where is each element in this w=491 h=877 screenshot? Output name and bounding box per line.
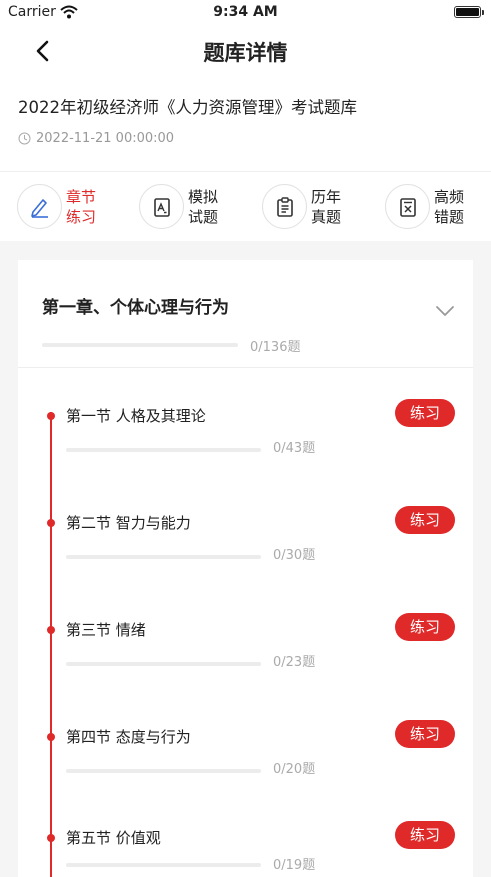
chapter-question-count: 0/136题 bbox=[250, 340, 301, 355]
section-item: 第五节 价值观 练习 0/19题 bbox=[18, 821, 473, 877]
section-title: 第一节 人格及其理论 bbox=[66, 407, 206, 425]
wrong-question-icon bbox=[385, 184, 430, 229]
status-bar: Carrier 9:34 AM bbox=[0, 0, 491, 26]
exam-title: 2022年初级经济师《人力资源管理》考试题库 bbox=[18, 98, 357, 117]
tab-label: 历年真题 bbox=[311, 188, 342, 226]
tab-mock-exam[interactable]: 模拟试题 bbox=[139, 184, 249, 230]
exam-date-row: 2022-11-21 00:00:00 bbox=[18, 131, 174, 146]
section-question-count: 0/20题 bbox=[273, 762, 316, 777]
tab-label: 章节练习 bbox=[66, 188, 97, 226]
timeline-dot bbox=[47, 834, 55, 842]
chapter-card: 第一章、个体心理与行为 0/136题 第一节 人格及其理论 练习 0/43题 第… bbox=[18, 260, 473, 877]
section-progress-bar bbox=[66, 769, 261, 773]
practice-tabs: 章节练习 模拟试题 历年真题 高频错题 bbox=[0, 171, 491, 241]
section-question-count: 0/30题 bbox=[273, 548, 316, 563]
practice-button[interactable]: 练习 bbox=[395, 613, 455, 641]
chapter-header[interactable]: 第一章、个体心理与行为 0/136题 bbox=[18, 260, 473, 368]
section-question-count: 0/23题 bbox=[273, 655, 316, 670]
tab-chapter-practice[interactable]: 章节练习 bbox=[17, 184, 127, 230]
section-item: 第二节 智力与能力 练习 0/30题 bbox=[18, 506, 473, 592]
timeline-dot bbox=[47, 519, 55, 527]
practice-button[interactable]: 练习 bbox=[395, 399, 455, 427]
tab-label: 模拟试题 bbox=[188, 188, 219, 226]
chapter-title: 第一章、个体心理与行为 bbox=[42, 298, 229, 318]
clock-icon bbox=[18, 132, 31, 145]
section-progress-bar bbox=[66, 662, 261, 666]
section-title: 第四节 态度与行为 bbox=[66, 728, 191, 746]
practice-button[interactable]: 练习 bbox=[395, 506, 455, 534]
navigation-bar: 题库详情 bbox=[0, 26, 491, 76]
page-title: 题库详情 bbox=[203, 41, 288, 65]
section-progress-bar bbox=[66, 863, 261, 867]
exam-date: 2022-11-21 00:00:00 bbox=[36, 131, 175, 146]
tab-label: 高频错题 bbox=[434, 188, 465, 226]
section-question-count: 0/19题 bbox=[273, 858, 316, 873]
section-title: 第三节 情绪 bbox=[66, 621, 146, 639]
section-progress-bar bbox=[66, 448, 261, 452]
section-item: 第一节 人格及其理论 练习 0/43题 bbox=[18, 399, 473, 485]
timeline-dot bbox=[47, 412, 55, 420]
clipboard-icon bbox=[262, 184, 307, 229]
section-item: 第三节 情绪 练习 0/23题 bbox=[18, 613, 473, 699]
exam-info: 2022年初级经济师《人力资源管理》考试题库 2022-11-21 00:00:… bbox=[0, 76, 491, 171]
tab-frequent-mistakes[interactable]: 高频错题 bbox=[385, 184, 491, 230]
chevron-down-icon[interactable] bbox=[435, 302, 455, 321]
tab-past-papers[interactable]: 历年真题 bbox=[262, 184, 372, 230]
section-progress-bar bbox=[66, 555, 261, 559]
timeline-dot bbox=[47, 626, 55, 634]
section-title: 第二节 智力与能力 bbox=[66, 514, 191, 532]
pencil-icon bbox=[17, 184, 62, 229]
practice-button[interactable]: 练习 bbox=[395, 720, 455, 748]
exam-paper-icon bbox=[139, 184, 184, 229]
section-question-count: 0/43题 bbox=[273, 441, 316, 456]
chapter-progress-bar bbox=[42, 343, 238, 347]
section-title: 第五节 价值观 bbox=[66, 829, 161, 847]
battery-icon bbox=[454, 6, 484, 18]
practice-button[interactable]: 练习 bbox=[395, 821, 455, 849]
section-item: 第四节 态度与行为 练习 0/20题 bbox=[18, 720, 473, 806]
clock-time: 9:34 AM bbox=[213, 4, 278, 20]
timeline-dot bbox=[47, 733, 55, 741]
